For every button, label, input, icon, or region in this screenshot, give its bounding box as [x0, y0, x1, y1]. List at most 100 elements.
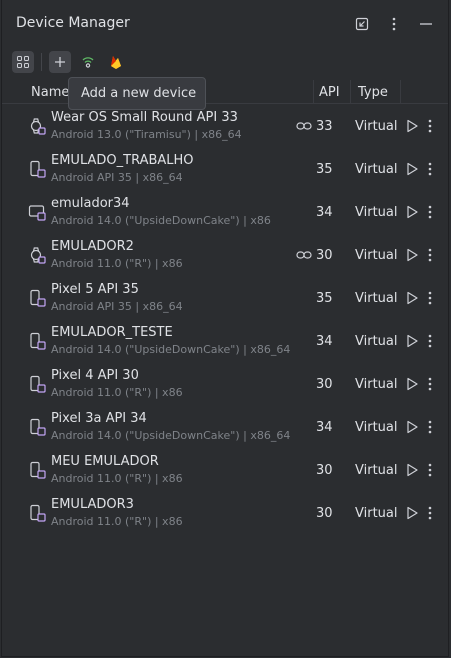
- collapse-window-icon[interactable]: [352, 14, 372, 34]
- device-api-level: 30: [316, 248, 333, 263]
- device-type: Virtual: [355, 334, 398, 349]
- device-row[interactable]: EMULADOR3 Android 11.0 ("R") | x86 30 Virtu…: [2, 491, 448, 534]
- device-name: Wear OS Small Round API 33: [51, 110, 238, 125]
- tablet-device-icon: [28, 203, 46, 221]
- add-device-button[interactable]: [49, 51, 71, 73]
- device-details: Android 14.0 ("UpsideDownCake") | x86_64: [51, 429, 291, 442]
- device-details: Android 11.0 ("R") | x86: [51, 386, 183, 399]
- wear-os-device-icon: [28, 246, 46, 264]
- start-device-play-icon[interactable]: [404, 161, 420, 177]
- start-device-play-icon[interactable]: [404, 333, 420, 349]
- device-row[interactable]: Wear OS Small Round API 33 Android 13.0 (…: [2, 104, 448, 147]
- column-divider: [350, 80, 351, 103]
- phone-device-icon: [28, 332, 46, 350]
- device-name: EMULADOR2: [51, 239, 134, 254]
- device-type: Virtual: [355, 248, 398, 263]
- phone-device-icon: [28, 461, 46, 479]
- phone-device-icon: [28, 289, 46, 307]
- device-details: Android API 35 | x86_64: [51, 171, 183, 184]
- device-more-options-icon[interactable]: [428, 161, 440, 177]
- device-name: MEU EMULADOR: [51, 454, 159, 469]
- minimize-icon[interactable]: [416, 14, 436, 34]
- device-type: Virtual: [355, 377, 398, 392]
- device-name: emulador34: [51, 196, 130, 211]
- firebase-icon[interactable]: [105, 51, 127, 73]
- title-actions: [352, 14, 436, 34]
- device-details: Android 14.0 ("UpsideDownCake") | x86: [51, 214, 271, 227]
- device-api-level: 35: [316, 162, 333, 177]
- device-type: Virtual: [355, 420, 398, 435]
- device-api-level: 30: [316, 377, 333, 392]
- pair-wifi-icon[interactable]: [77, 51, 99, 73]
- device-row[interactable]: Pixel 3a API 34 Android 14.0 ("UpsideDown…: [2, 405, 448, 448]
- device-row[interactable]: MEU EMULADOR Android 11.0 ("R") | x86 30 Vi…: [2, 448, 448, 491]
- device-api-level: 35: [316, 291, 333, 306]
- device-row[interactable]: Pixel 5 API 35 Android API 35 | x86_64 35 V…: [2, 276, 448, 319]
- device-details: Android 11.0 ("R") | x86: [51, 472, 183, 485]
- device-name: EMULADOR_TESTE: [51, 325, 173, 340]
- device-details: Android 11.0 ("R") | x86: [51, 257, 183, 270]
- paired-link-icon: [296, 249, 312, 261]
- start-device-play-icon[interactable]: [404, 419, 420, 435]
- column-type[interactable]: Type: [358, 85, 388, 100]
- device-more-options-icon[interactable]: [428, 204, 440, 220]
- device-list: Wear OS Small Round API 33 Android 13.0 (…: [2, 104, 448, 534]
- device-api-level: 33: [316, 119, 333, 134]
- paired-link-icon: [296, 120, 312, 132]
- device-details: Android 13.0 ("Tiramisu") | x86_64: [51, 128, 242, 141]
- group-devices-icon[interactable]: [12, 51, 34, 73]
- device-details: Android 11.0 ("R") | x86: [51, 515, 183, 528]
- device-name: EMULADOR3: [51, 497, 134, 512]
- device-api-level: 30: [316, 463, 333, 478]
- toolbar-separator: [41, 53, 42, 71]
- device-more-options-icon[interactable]: [428, 290, 440, 306]
- column-api[interactable]: API: [319, 85, 340, 100]
- device-more-options-icon[interactable]: [428, 118, 440, 134]
- device-name: Pixel 5 API 35: [51, 282, 139, 297]
- column-divider: [313, 80, 314, 103]
- device-details: Android 14.0 ("UpsideDownCake") | x86_64: [51, 343, 291, 356]
- window-title: Device Manager: [16, 15, 130, 31]
- device-more-options-icon[interactable]: [428, 419, 440, 435]
- wear-os-device-icon: [28, 117, 46, 135]
- start-device-play-icon[interactable]: [404, 118, 420, 134]
- device-type: Virtual: [355, 119, 398, 134]
- device-more-options-icon[interactable]: [428, 376, 440, 392]
- device-type: Virtual: [355, 291, 398, 306]
- device-row[interactable]: EMULADOR_TESTE Android 14.0 ("UpsideDownC…: [2, 319, 448, 362]
- phone-device-icon: [28, 160, 46, 178]
- column-name[interactable]: Name: [31, 85, 69, 100]
- device-row[interactable]: Pixel 4 API 30 Android 11.0 ("R") | x86 30…: [2, 362, 448, 405]
- device-type: Virtual: [355, 205, 398, 220]
- device-row[interactable]: emulador34 Android 14.0 ("UpsideDownCake"…: [2, 190, 448, 233]
- device-type: Virtual: [355, 463, 398, 478]
- device-row[interactable]: EMULADO_TRABALHO Android API 35 | x86_64 3…: [2, 147, 448, 190]
- start-device-play-icon[interactable]: [404, 462, 420, 478]
- device-api-level: 34: [316, 205, 333, 220]
- start-device-play-icon[interactable]: [404, 290, 420, 306]
- device-more-options-icon[interactable]: [428, 247, 440, 263]
- device-details: Android API 35 | x86_64: [51, 300, 183, 313]
- device-api-level: 34: [316, 420, 333, 435]
- start-device-play-icon[interactable]: [404, 247, 420, 263]
- device-more-options-icon[interactable]: [428, 505, 440, 521]
- more-options-icon[interactable]: [384, 14, 404, 34]
- start-device-play-icon[interactable]: [404, 376, 420, 392]
- start-device-play-icon[interactable]: [404, 204, 420, 220]
- toolbar: [12, 50, 127, 74]
- add-device-tooltip: Add a new device: [68, 77, 206, 110]
- phone-device-icon: [28, 504, 46, 522]
- device-more-options-icon[interactable]: [428, 333, 440, 349]
- device-row[interactable]: EMULADOR2 Android 11.0 ("R") | x86 30 Virtu…: [2, 233, 448, 276]
- device-name: EMULADO_TRABALHO: [51, 153, 194, 168]
- device-type: Virtual: [355, 506, 398, 521]
- column-divider: [400, 80, 401, 103]
- phone-device-icon: [28, 418, 46, 436]
- device-api-level: 34: [316, 334, 333, 349]
- device-more-options-icon[interactable]: [428, 462, 440, 478]
- phone-device-icon: [28, 375, 46, 393]
- start-device-play-icon[interactable]: [404, 505, 420, 521]
- device-api-level: 30: [316, 506, 333, 521]
- tool-window-header: Device Manager: [2, 0, 448, 46]
- device-name: Pixel 3a API 34: [51, 411, 147, 426]
